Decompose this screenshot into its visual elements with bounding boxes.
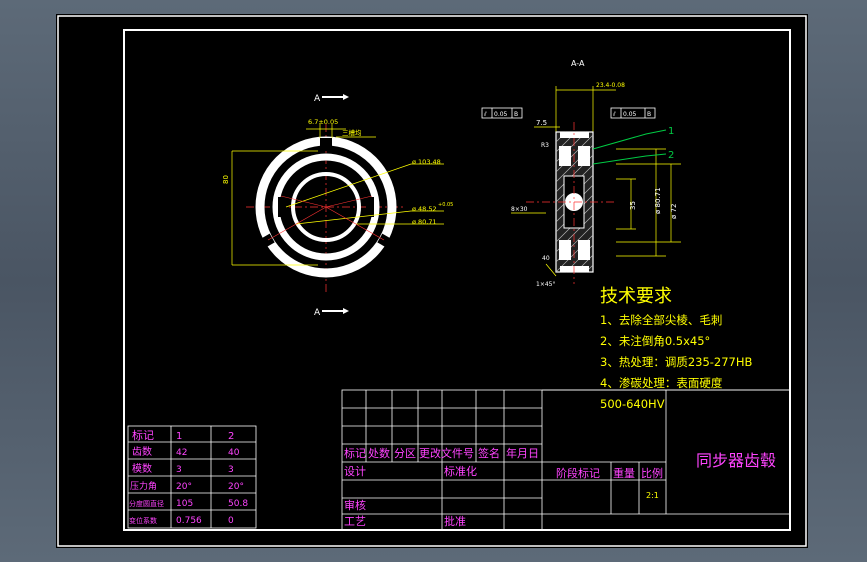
gear-row-label: 齿数 (132, 445, 152, 458)
gear-cell: 20° (228, 482, 244, 492)
dim-side: 80 (222, 175, 230, 184)
dim-width-top: 23.4-0.08 (596, 82, 625, 89)
tb-scale-value: 2:1 (646, 491, 659, 500)
gear-cell: 0.756 (176, 516, 202, 526)
gear-cell: 50.8 (228, 499, 248, 509)
tb-stage: 阶段标记 (556, 466, 600, 480)
tol-b: 0.05 (623, 111, 637, 118)
dim-ch45: 1×45° (536, 281, 555, 288)
dim-d3: ø 80.71 (412, 218, 437, 226)
svg-text:⫽: ⫽ (612, 111, 616, 118)
tb-review: 审核 (344, 498, 366, 512)
dim-chamfer: 7.5 (536, 119, 547, 127)
tb-scale: 比例 (641, 466, 663, 480)
gear-cell: 42 (176, 448, 187, 458)
drawing-sheet: A A 80 6.7±0.05 三槽均 ø 103.48 ø 48.52 +0.… (56, 14, 808, 548)
section-view: A-A ⫽ 0.05 B ⫽ 0.05 B 23.4-0.08 7.5 1 2 … (481, 59, 681, 288)
gear-cell: 105 (176, 499, 193, 509)
cad-drawing: A A 80 6.7±0.05 三槽均 ø 103.48 ø 48.52 +0.… (57, 15, 807, 547)
tb-standard: 标准化 (444, 464, 477, 478)
ref-a: B (514, 111, 518, 118)
gear-row-label: 模数 (132, 462, 152, 475)
requirement-2: 2、未注倒角0.5x45° (600, 334, 710, 348)
section-title: A-A (571, 59, 585, 68)
callout-1: 1 (668, 126, 674, 137)
technical-requirements: 技术要求 1、去除全部尖棱、毛刺 2、未注倒角0.5x45° 3、热处理：调质2… (600, 286, 753, 411)
gear-cell: 0 (228, 516, 234, 526)
tb-design: 设计 (344, 465, 366, 478)
tb-label-sign: 签名 (478, 446, 500, 460)
tb-label-date: 年月日 (506, 446, 539, 460)
outer-frame (57, 15, 807, 547)
gear-row-label: 分度圆直径 (129, 499, 164, 508)
dim-tri: 三槽均 (342, 128, 362, 137)
dim-len: 40 (542, 255, 550, 262)
requirement-1: 1、去除全部尖棱、毛刺 (600, 313, 722, 327)
dim-cb: R3 (541, 142, 549, 149)
title-block-text: 标记 处数 分区 更改文件号 签名 年月日 设计 标准化 审核 工艺 批准 阶段… (344, 446, 776, 528)
requirement-5: 500-640HV (600, 397, 665, 411)
tb-weight: 重量 (613, 466, 635, 480)
tb-approve: 批准 (444, 514, 466, 528)
tb-label-zone: 分区 (394, 447, 416, 460)
tb-label-count: 处数 (368, 447, 390, 460)
section-marker-top: A (314, 94, 321, 104)
part-name: 同步器齿毂 (696, 451, 776, 470)
dim-outer: ø 80.71 (654, 187, 662, 214)
ref-b: B (647, 111, 651, 118)
tb-label-change: 更改文件号 (419, 446, 474, 460)
requirement-3: 3、热处理：调质235-277HB (600, 355, 753, 369)
dim-72: ø 72 (670, 204, 678, 219)
gear-cell: 40 (228, 448, 240, 458)
dim-top: 6.7±0.05 (308, 118, 338, 126)
callout-2: 2 (668, 150, 674, 161)
gear-row-label: 压力角 (130, 480, 157, 492)
gear-header-label: 标记 (132, 428, 154, 442)
tb-label-mark: 标记 (344, 446, 366, 460)
svg-text:⫽: ⫽ (483, 111, 487, 118)
dim-d1: ø 103.48 (412, 158, 441, 166)
gear-cell: 3 (176, 465, 182, 475)
dim-inner: 35 (629, 201, 637, 210)
tol-a: 0.05 (494, 111, 508, 118)
gear-header-2: 2 (228, 431, 234, 442)
front-view: A A 80 6.7±0.05 三槽均 ø 103.48 ø 48.52 +0.… (222, 94, 453, 318)
section-marker-bottom: A (314, 308, 321, 318)
gear-cell: 3 (228, 465, 234, 475)
gear-header-1: 1 (176, 431, 182, 442)
requirement-4: 4、渗碳处理：表面硬度 (600, 376, 723, 390)
dim-bore: 8×30 (511, 206, 528, 213)
dim-d2: ø 48.52 (412, 205, 437, 213)
requirements-title: 技术要求 (600, 286, 672, 307)
gear-table-text: 标记 1 2 齿数 42 40 模数 3 3 压力角 20° 20° 分度圆直径… (129, 428, 248, 526)
gear-row-label: 变位系数 (129, 516, 157, 525)
tb-process: 工艺 (344, 515, 366, 528)
gear-cell: 20° (176, 482, 192, 492)
dim-tol: +0.05 (438, 202, 453, 208)
